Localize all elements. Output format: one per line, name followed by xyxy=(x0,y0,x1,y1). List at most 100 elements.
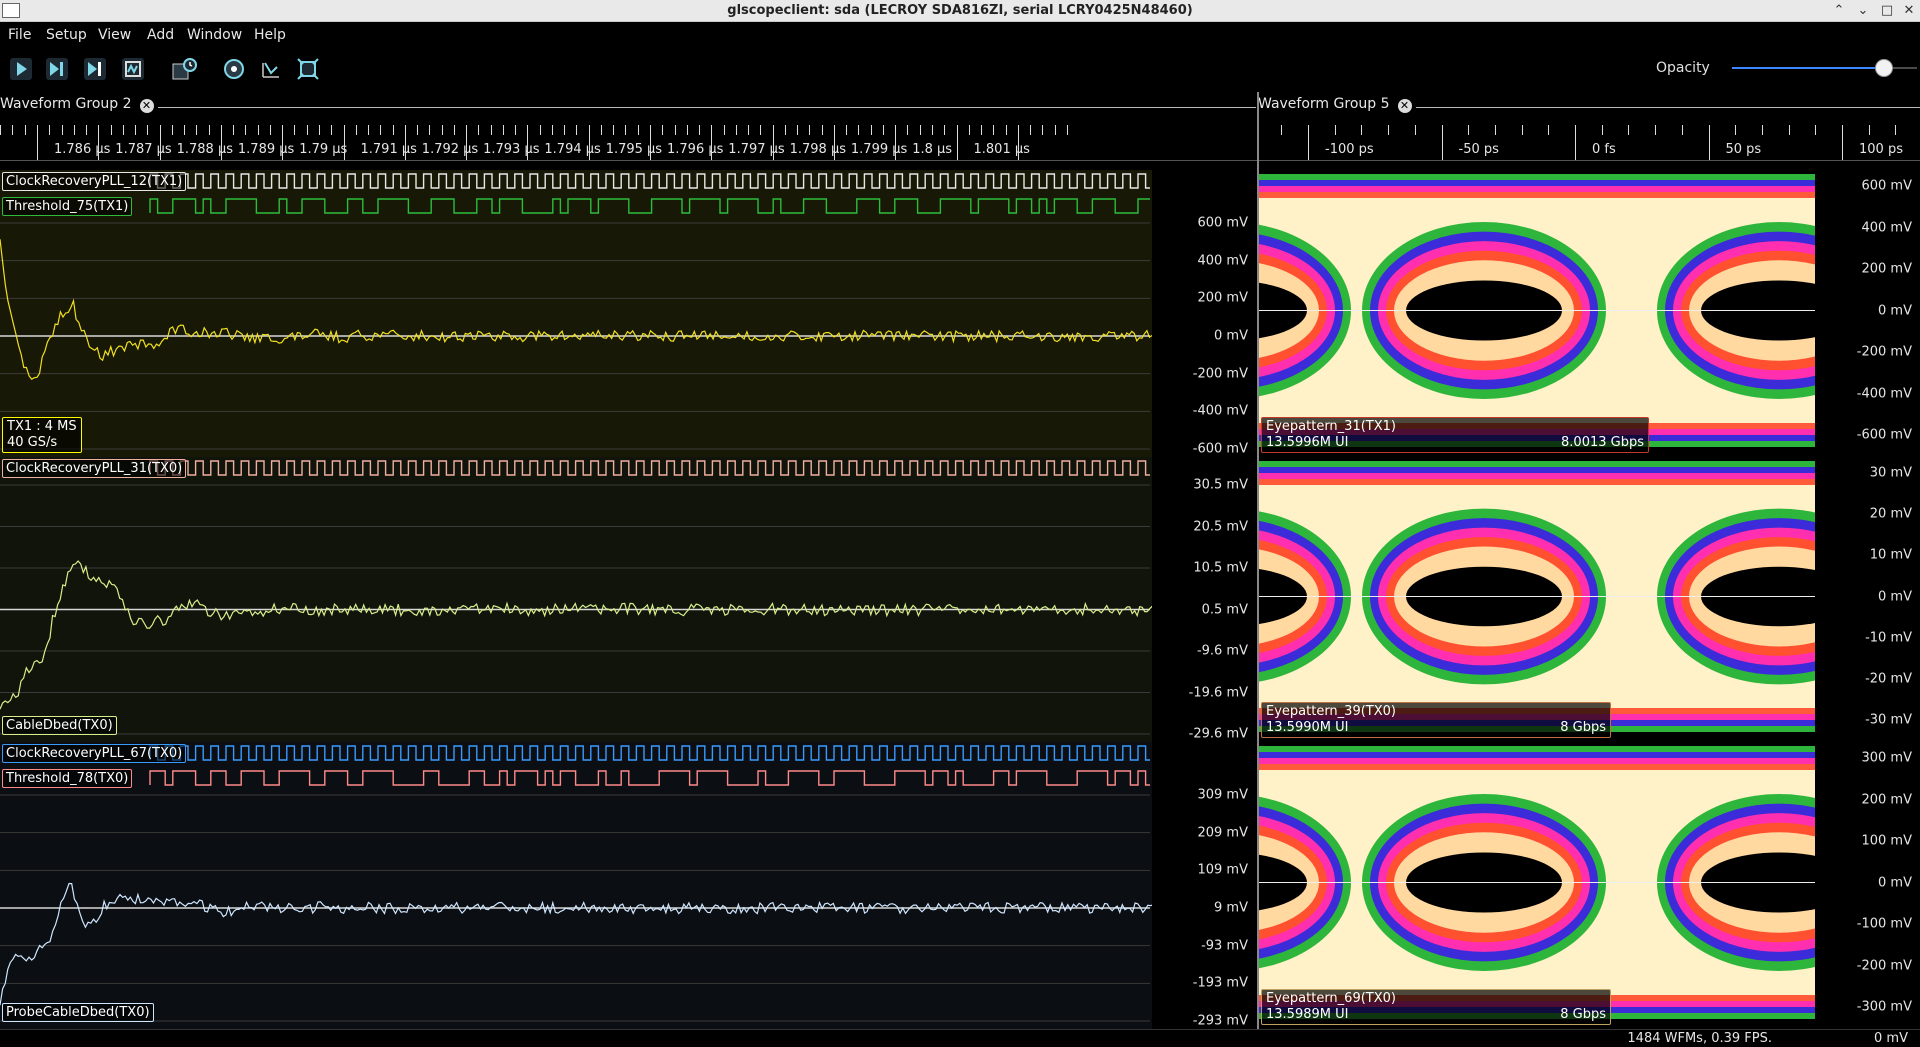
sample-depth: TX1 : 4 MS xyxy=(7,419,77,434)
ruler-tick xyxy=(453,125,455,135)
scope-window: glscopeclient: sda (LECROY SDA816ZI, ser… xyxy=(0,0,1920,1047)
ruler-tick xyxy=(809,125,811,135)
channel-label[interactable]: Threshold_75(TX1) xyxy=(2,197,133,216)
close-tab-icon[interactable]: ✕ xyxy=(139,99,154,113)
menu-file[interactable]: File xyxy=(8,27,31,43)
ruler-tick xyxy=(1042,125,1044,135)
channel-label[interactable]: ProbeCableDbed(TX0) xyxy=(2,1003,154,1022)
ruler-tick xyxy=(1868,125,1870,135)
ruler-tick xyxy=(220,125,222,160)
y-axis-label: -600 mV xyxy=(1856,427,1912,443)
ruler-label: 1.793 µs xyxy=(483,142,540,157)
ruler-tick xyxy=(269,125,271,135)
ruler-tick xyxy=(539,125,541,135)
opacity-slider-knob[interactable] xyxy=(1874,59,1893,77)
ruler-tick xyxy=(1575,125,1576,160)
eye-y-axis-tx0[interactable]: 30 mV 20 mV 10 mV 0 mV -10 mV -20 mV -30 mV xyxy=(1830,457,1918,742)
y-axis-label: -200 mV xyxy=(1856,958,1912,973)
eye-info-box[interactable]: Eyepattern_31(TX1) 13.5996M UI 8.0013 Gbps xyxy=(1261,417,1649,453)
menu-help[interactable]: Help xyxy=(254,27,286,43)
eye-bitrate: 8 Gbps xyxy=(1560,720,1606,735)
y-axis-cabledbed[interactable]: 30.5 mV 20.5 mV 10.5 mV 0.5 mV -9.6 mV -19.6 … xyxy=(1170,457,1254,742)
eye-name: Eyepattern_31(TX1) xyxy=(1266,419,1396,434)
refresh-icon[interactable] xyxy=(222,57,246,81)
ruler-tick xyxy=(331,125,333,135)
ruler-tick xyxy=(1655,125,1657,135)
minimize-button[interactable]: ⌃ xyxy=(1830,2,1848,20)
menu-view[interactable]: View xyxy=(98,27,131,43)
eye-pane-probe[interactable]: Eyepattern_69(TX0) 13.5989M UI 8 Gbps xyxy=(1259,742,1815,1029)
y-axis-label: 20 mV xyxy=(1869,506,1912,522)
toolbar xyxy=(0,48,1920,90)
waveform-pane-cabledbed[interactable]: ClockRecoveryPLL_31(TX0) CableDbed(TX0) xyxy=(0,457,1152,742)
ruler-tick xyxy=(576,125,578,135)
ruler-tick xyxy=(1361,125,1363,135)
opacity-slider[interactable] xyxy=(1732,58,1917,78)
channel-label[interactable]: Threshold_78(TX0) xyxy=(2,769,133,788)
y-axis-label: -293 mV xyxy=(1192,1013,1248,1029)
time-ruler-left[interactable]: 1.786 µs 1.787 µs 1.788 µs 1.789 µs 1.79 µs 1… xyxy=(0,125,1257,161)
ruler-tick xyxy=(1414,125,1416,135)
force-trigger-icon[interactable] xyxy=(83,57,107,81)
ruler-label: 1.798 µs xyxy=(789,142,846,157)
ruler-tick xyxy=(417,125,419,135)
ruler-label: 100 ps xyxy=(1859,142,1903,157)
ruler-label: 1.789 µs xyxy=(237,142,295,157)
time-ruler-right[interactable]: -100 ps -50 ps 0 fs 50 ps 100 ps xyxy=(1259,125,1920,161)
ruler-tick xyxy=(919,125,921,135)
menu-window[interactable]: Window xyxy=(187,27,242,43)
ruler-label: 1.786 µs xyxy=(54,142,111,157)
ruler-tick xyxy=(1308,125,1309,160)
channel-label[interactable]: ClockRecoveryPLL_67(TX0) xyxy=(2,744,187,763)
ruler-tick xyxy=(429,125,431,135)
eye-y-axis-probe[interactable]: 300 mV 200 mV 100 mV 0 mV -100 mV -200 mV -300… xyxy=(1830,742,1918,1029)
ruler-tick xyxy=(1761,125,1763,135)
ruler-tick xyxy=(772,125,774,160)
ruler-tick xyxy=(637,125,639,135)
close-button[interactable]: ✕ xyxy=(1900,2,1918,20)
eye-y-axis-tx1[interactable]: 600 mV 400 mV 200 mV 0 mV -200 mV -400 mV -600… xyxy=(1830,170,1918,457)
menu-add[interactable]: Add xyxy=(147,27,174,43)
y-axis-label: -600 mV xyxy=(1192,441,1248,457)
ruler-label: 1.794 µs xyxy=(544,142,601,157)
ruler-tick xyxy=(490,125,492,135)
ruler-tick xyxy=(73,125,75,135)
stop-trigger-icon[interactable] xyxy=(121,57,145,81)
ruler-tick xyxy=(1895,125,1897,135)
menu-setup[interactable]: Setup xyxy=(46,27,87,43)
start-trigger-icon[interactable] xyxy=(9,57,33,81)
channel-label[interactable]: ClockRecoveryPLL_12(TX1) xyxy=(2,172,187,191)
maximize-button[interactable]: □ xyxy=(1878,2,1896,20)
zoom-fit-icon[interactable] xyxy=(296,57,320,81)
ruler-tick xyxy=(368,125,370,135)
ruler-label: 1.797 µs xyxy=(728,142,785,157)
ruler-tick xyxy=(956,125,958,160)
fullscreen-icon[interactable] xyxy=(259,57,283,81)
history-icon[interactable] xyxy=(172,57,198,83)
ruler-tick xyxy=(515,125,517,135)
menu-bar: File Setup View Add Window Help xyxy=(0,22,1920,48)
tab-waveform-group-5[interactable]: Waveform Group 5 ✕ xyxy=(1258,96,1416,118)
ruler-tick xyxy=(686,125,688,135)
eye-pane-tx0[interactable]: Eyepattern_39(TX0) 13.5990M UI 8 Gbps xyxy=(1259,457,1815,742)
y-axis-probecabledbed[interactable]: 309 mV 209 mV 109 mV 9 mV -93 mV -193 mV -293 … xyxy=(1170,742,1254,1029)
y-axis-label: 30 mV xyxy=(1869,465,1912,481)
ruler-tick xyxy=(1281,125,1283,135)
eye-info-box[interactable]: Eyepattern_69(TX0) 13.5989M UI 8 Gbps xyxy=(1261,989,1611,1025)
waveform-pane-probecabledbed[interactable]: ClockRecoveryPLL_67(TX0) Threshold_78(TX0… xyxy=(0,742,1152,1029)
ruler-tick xyxy=(650,125,651,160)
close-tab-icon[interactable]: ✕ xyxy=(1397,99,1412,113)
y-axis-label: 9 mV xyxy=(1214,900,1248,916)
channel-label[interactable]: ClockRecoveryPLL_31(TX0) xyxy=(2,459,187,478)
tab-waveform-group-2[interactable]: Waveform Group 2 ✕ xyxy=(0,96,158,118)
single-trigger-icon[interactable] xyxy=(45,57,69,81)
waveform-pane-tx1[interactable]: ClockRecoveryPLL_12(TX1) Threshold_75(TX1… xyxy=(0,170,1152,457)
channel-label[interactable]: CableDbed(TX0) xyxy=(2,716,117,735)
y-axis-label: -9.6 mV xyxy=(1196,643,1248,659)
acquisition-info[interactable]: TX1 : 4 MS 40 GS/s xyxy=(2,417,82,453)
restore-button[interactable]: ⌄ xyxy=(1854,2,1872,20)
eye-info-box[interactable]: Eyepattern_39(TX0) 13.5990M UI 8 Gbps xyxy=(1261,702,1611,738)
eye-pane-tx1[interactable]: Eyepattern_31(TX1) 13.5996M UI 8.0013 Gbps xyxy=(1259,170,1815,457)
y-axis-tx1[interactable]: 600 mV 400 mV 200 mV 0 mV -200 mV -400 mV -600… xyxy=(1170,170,1254,457)
y-axis-label: -200 mV xyxy=(1856,344,1912,360)
